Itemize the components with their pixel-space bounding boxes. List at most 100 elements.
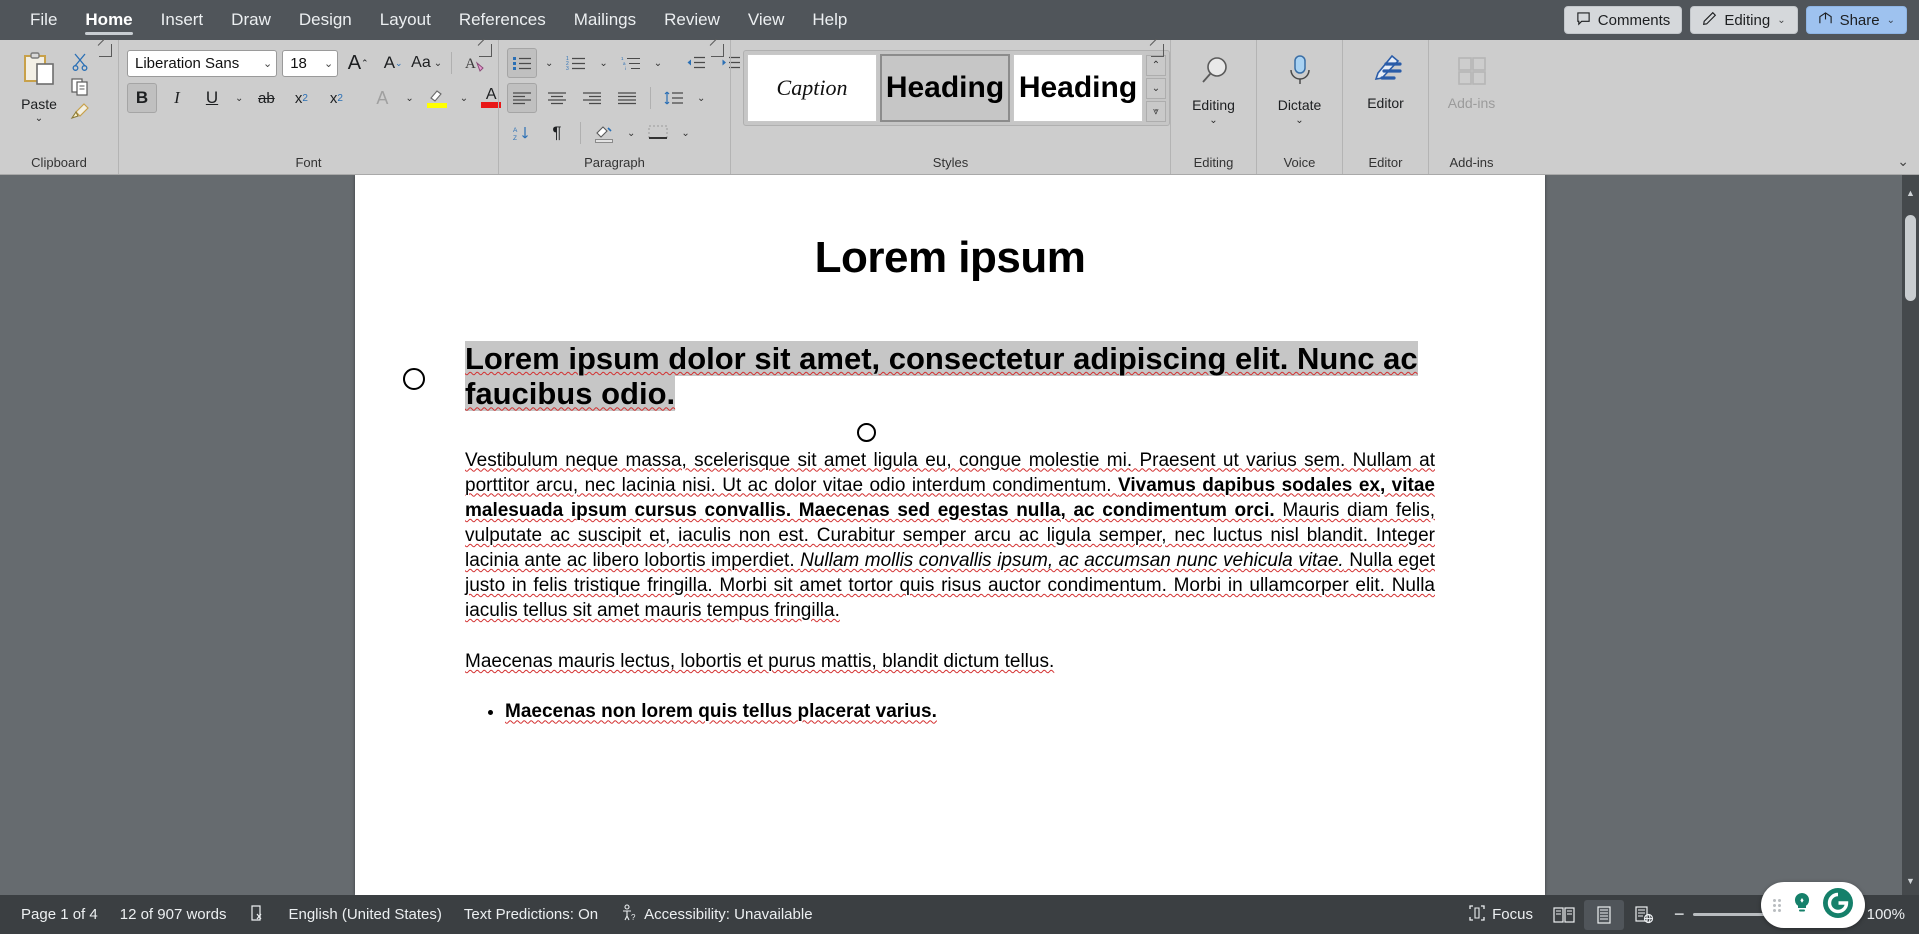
shrink-font-button[interactable]: A⌄ bbox=[378, 48, 408, 78]
paragraph-dialog-launcher[interactable] bbox=[711, 44, 724, 57]
chevron-down-icon[interactable]: ⌄ bbox=[232, 93, 246, 104]
bold-button[interactable]: B bbox=[127, 83, 157, 113]
chevron-down-icon[interactable]: ⌄ bbox=[457, 93, 471, 104]
status-proofing[interactable] bbox=[237, 895, 277, 934]
chevron-down-icon[interactable]: ⌄ bbox=[678, 128, 692, 139]
collapse-ribbon-button[interactable]: ⌄ bbox=[1897, 153, 1909, 170]
tab-insert[interactable]: Insert bbox=[147, 0, 218, 40]
editing-mode-button[interactable]: Editing ⌄ bbox=[1690, 6, 1797, 34]
status-language[interactable]: English (United States) bbox=[277, 895, 452, 934]
document-heading-selected[interactable]: Lorem ipsum dolor sit amet, consectetur … bbox=[465, 341, 1435, 412]
tab-layout[interactable]: Layout bbox=[366, 0, 445, 40]
styles-more-button[interactable]: ⩔ bbox=[1146, 101, 1166, 122]
borders-button[interactable] bbox=[643, 118, 673, 148]
tab-mailings[interactable]: Mailings bbox=[560, 0, 650, 40]
bullets-button[interactable] bbox=[507, 48, 537, 78]
align-center-button[interactable] bbox=[542, 83, 572, 113]
italic-button[interactable]: I bbox=[162, 83, 192, 113]
multilevel-list-button[interactable]: 1ai bbox=[616, 48, 646, 78]
paste-button[interactable]: Paste ⌄ bbox=[8, 48, 70, 124]
scroll-down-icon[interactable]: ▼ bbox=[1902, 871, 1919, 891]
tab-design[interactable]: Design bbox=[285, 0, 366, 40]
read-mode-button[interactable] bbox=[1544, 900, 1584, 930]
chevron-down-icon: ⌄ bbox=[320, 57, 333, 70]
zoom-percentage[interactable]: 100% bbox=[1863, 906, 1909, 923]
styles-dialog-launcher[interactable] bbox=[1151, 44, 1164, 57]
numbering-button[interactable]: 123 bbox=[561, 48, 591, 78]
styles-scroll-down-button[interactable]: ⌄ bbox=[1146, 78, 1166, 99]
tab-draw[interactable]: Draw bbox=[217, 0, 285, 40]
decrease-indent-button[interactable] bbox=[681, 48, 711, 78]
chevron-down-icon[interactable]: ⌄ bbox=[624, 128, 638, 139]
style-item-heading-2[interactable]: Heading bbox=[1013, 54, 1143, 122]
tab-help[interactable]: Help bbox=[798, 0, 861, 40]
share-button[interactable]: Share ⌄ bbox=[1806, 6, 1907, 34]
chevron-down-icon[interactable]: ⌄ bbox=[35, 113, 43, 124]
style-item-heading-1[interactable]: Heading bbox=[880, 54, 1010, 122]
status-page-number[interactable]: Page 1 of 4 bbox=[10, 895, 109, 934]
chevron-down-icon[interactable]: ⌄ bbox=[596, 58, 610, 69]
superscript-button[interactable]: x2 bbox=[321, 83, 351, 113]
line-spacing-button[interactable] bbox=[659, 83, 689, 113]
list-item[interactable]: Maecenas non lorem quis tellus placerat … bbox=[505, 700, 1435, 725]
clipboard-dialog-launcher[interactable] bbox=[99, 44, 112, 57]
print-layout-button[interactable] bbox=[1584, 900, 1624, 930]
document-page[interactable]: Lorem ipsum Lorem ipsum dolor sit amet, … bbox=[355, 175, 1545, 895]
align-right-button[interactable] bbox=[577, 83, 607, 113]
text-effects-button[interactable]: A bbox=[367, 83, 397, 113]
font-dialog-launcher[interactable] bbox=[479, 44, 492, 57]
shading-button[interactable] bbox=[589, 118, 619, 148]
change-case-button[interactable]: Aa⌄ bbox=[413, 48, 443, 78]
font-size-combo[interactable]: 18 ⌄ bbox=[282, 50, 338, 77]
copy-icon[interactable] bbox=[70, 77, 90, 97]
tab-file[interactable]: File bbox=[16, 0, 71, 40]
document-paragraph-2[interactable]: Maecenas mauris lectus, lobortis et puru… bbox=[465, 649, 1435, 674]
comments-button[interactable]: Comments bbox=[1564, 6, 1683, 34]
document-paragraph-1[interactable]: Vestibulum neque massa, scelerisque sit … bbox=[465, 448, 1435, 624]
strikethrough-button[interactable]: ab bbox=[251, 83, 281, 113]
subscript-button[interactable]: x2 bbox=[286, 83, 316, 113]
show-formatting-marks-button[interactable]: ¶ bbox=[542, 118, 572, 148]
tab-references[interactable]: References bbox=[445, 0, 560, 40]
status-text-predictions[interactable]: Text Predictions: On bbox=[453, 895, 609, 934]
chevron-down-icon[interactable]: ⌄ bbox=[651, 58, 665, 69]
chevron-down-icon[interactable]: ⌄ bbox=[402, 93, 416, 104]
font-color-label: A bbox=[486, 88, 497, 102]
grammarly-logo-icon[interactable] bbox=[1821, 886, 1855, 924]
status-focus-button[interactable]: Focus bbox=[1457, 904, 1544, 926]
grammarly-badge[interactable] bbox=[1761, 882, 1865, 928]
chevron-down-icon[interactable]: ⌄ bbox=[1209, 115, 1217, 126]
chevron-down-icon[interactable]: ⌄ bbox=[542, 58, 556, 69]
document-area[interactable]: Lorem ipsum Lorem ipsum dolor sit amet, … bbox=[0, 175, 1919, 895]
zoom-out-button[interactable]: − bbox=[1674, 904, 1685, 925]
editing-button[interactable]: Editing ⌄ bbox=[1179, 48, 1248, 126]
styles-scroll-up-button[interactable]: ⌃ bbox=[1146, 55, 1166, 76]
drag-handle-icon[interactable] bbox=[1773, 899, 1781, 912]
underline-button[interactable]: U bbox=[197, 83, 227, 113]
addins-label: Add-ins bbox=[1448, 95, 1495, 111]
scroll-up-icon[interactable]: ▲ bbox=[1902, 183, 1919, 203]
status-word-count[interactable]: 12 of 907 words bbox=[109, 895, 238, 934]
highlight-color-button[interactable] bbox=[422, 83, 452, 113]
scrollbar-thumb[interactable] bbox=[1905, 215, 1916, 301]
lightbulb-icon[interactable] bbox=[1791, 891, 1813, 919]
tab-home[interactable]: Home bbox=[71, 0, 146, 40]
vertical-scrollbar[interactable]: ▲ ▼ bbox=[1902, 175, 1919, 895]
justify-button[interactable] bbox=[612, 83, 642, 113]
cut-icon[interactable] bbox=[70, 52, 90, 72]
tab-review[interactable]: Review bbox=[650, 0, 734, 40]
dictate-button[interactable]: Dictate ⌄ bbox=[1265, 48, 1334, 126]
align-left-button[interactable] bbox=[507, 83, 537, 113]
web-layout-button[interactable] bbox=[1624, 900, 1664, 930]
tab-view[interactable]: View bbox=[734, 0, 799, 40]
grow-font-button[interactable]: A⌃ bbox=[343, 48, 373, 78]
editor-button[interactable]: Editor bbox=[1351, 48, 1420, 111]
style-item-caption[interactable]: Caption bbox=[747, 54, 877, 122]
font-family-combo[interactable]: Liberation Sans ⌄ bbox=[127, 50, 277, 77]
chevron-down-icon[interactable]: ⌄ bbox=[1295, 115, 1303, 126]
format-painter-icon[interactable] bbox=[70, 102, 90, 122]
chevron-down-icon[interactable]: ⌄ bbox=[694, 93, 708, 104]
sort-button[interactable]: AZ bbox=[507, 118, 537, 148]
status-accessibility[interactable]: ? Accessibility: Unavailable bbox=[609, 895, 823, 934]
document-bullet-list[interactable]: Maecenas non lorem quis tellus placerat … bbox=[505, 700, 1435, 725]
